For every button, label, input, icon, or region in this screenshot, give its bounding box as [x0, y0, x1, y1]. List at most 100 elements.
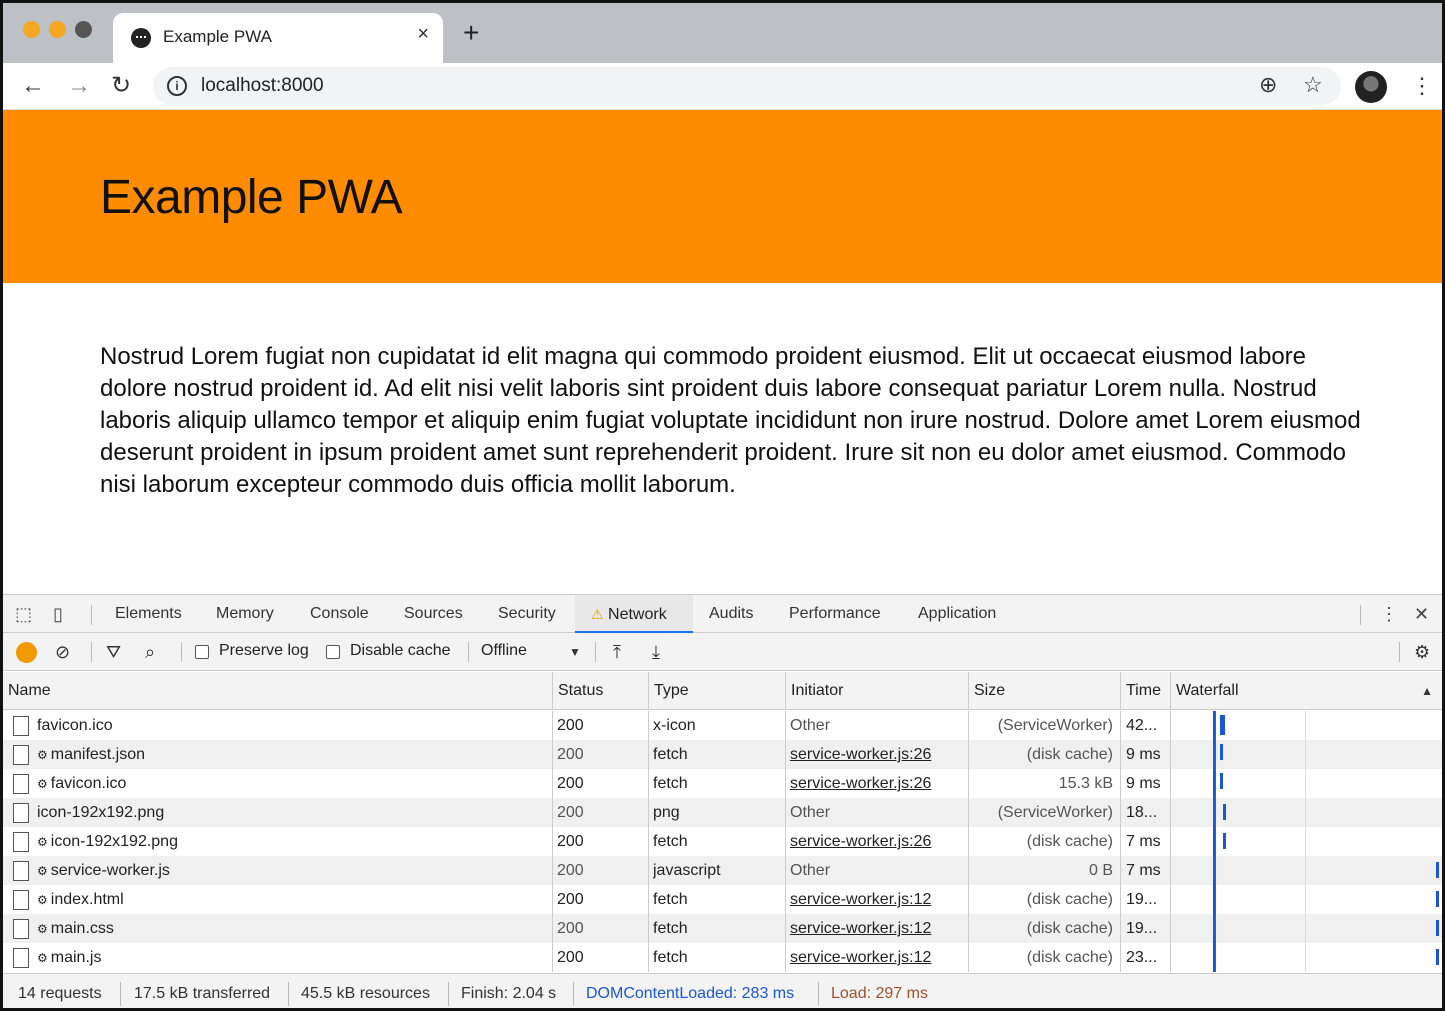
tab-sources[interactable]: Sources	[404, 595, 463, 633]
request-initiator[interactable]: service-worker.js:12	[790, 943, 964, 972]
network-settings-gear-icon[interactable]: ⚙	[1414, 641, 1430, 663]
column-size[interactable]: Size	[968, 672, 1120, 710]
export-har-icon[interactable]: ⤓	[652, 641, 660, 663]
table-row[interactable]: favicon.ico 200 x-icon Other (ServiceWorker)…	[3, 711, 1442, 740]
column-time[interactable]: Time	[1120, 672, 1170, 710]
table-row[interactable]: ⚙ index.html 200 fetch service-worker.js:12 (…	[3, 885, 1442, 914]
throttling-select[interactable]: Offline	[481, 642, 527, 660]
table-row[interactable]: ⚙ favicon.ico 200 fetch service-worker.js:26…	[3, 769, 1442, 798]
request-name[interactable]: icon-192x192.png	[37, 798, 547, 827]
request-initiator[interactable]: service-worker.js:26	[790, 827, 964, 856]
request-name[interactable]: ⚙ main.js	[37, 943, 547, 972]
column-name[interactable]: Name	[3, 672, 552, 710]
bookmark-star-icon[interactable]: ☆	[1303, 72, 1323, 98]
request-name[interactable]: ⚙ icon-192x192.png	[37, 827, 547, 856]
tab-elements[interactable]: Elements	[115, 595, 182, 633]
table-row[interactable]: ⚙ icon-192x192.png 200 fetch service-worker.…	[3, 827, 1442, 856]
waterfall-bar	[1220, 715, 1225, 735]
devtools-close-icon[interactable]: ✕	[1414, 604, 1429, 624]
waterfall-bar	[1436, 891, 1439, 907]
request-time: 19...	[1126, 920, 1158, 937]
waterfall-bar	[1220, 744, 1223, 760]
inspect-element-icon[interactable]: ⬚	[15, 604, 32, 624]
device-toolbar-icon[interactable]: ▯	[53, 604, 63, 624]
column-status[interactable]: Status	[552, 672, 648, 710]
tab-memory[interactable]: Memory	[216, 595, 274, 633]
request-name[interactable]: ⚙ service-worker.js	[37, 856, 547, 885]
minimize-window-button[interactable]	[49, 21, 66, 38]
request-initiator[interactable]: service-worker.js:12	[790, 914, 964, 943]
request-type: fetch	[653, 920, 688, 937]
service-worker-gear-icon: ⚙	[37, 748, 48, 762]
request-time: 7 ms	[1126, 862, 1161, 879]
table-row[interactable]: ⚙ manifest.json 200 fetch service-worker.js:…	[3, 740, 1442, 769]
request-type: fetch	[653, 891, 688, 908]
request-name[interactable]: ⚙ favicon.ico	[37, 769, 547, 798]
table-row[interactable]: ⚙ main.css 200 fetch service-worker.js:12 (di…	[3, 914, 1442, 943]
request-type: png	[653, 804, 680, 821]
request-name-text: main.js	[50, 949, 102, 966]
forward-arrow-icon[interactable]: →	[67, 71, 91, 101]
request-initiator[interactable]: service-worker.js:26	[790, 740, 964, 769]
column-initiator[interactable]: Initiator	[785, 672, 968, 710]
request-time: 19...	[1126, 891, 1158, 908]
maximize-window-button[interactable]	[75, 21, 92, 38]
request-name[interactable]: favicon.ico	[37, 711, 547, 740]
request-type: fetch	[653, 833, 688, 850]
request-status: 200	[557, 949, 584, 966]
network-summary-bar: 14 requests 17.5 kB transferred 45.5 kB …	[3, 973, 1442, 1008]
request-initiator: Other	[790, 862, 831, 879]
page-header: Example PWA	[3, 110, 1442, 283]
chevron-down-icon[interactable]: ▼	[569, 641, 581, 663]
site-info-icon[interactable]: i	[167, 76, 187, 96]
search-icon[interactable]: ⌕	[145, 641, 155, 663]
tab-close-icon[interactable]: ×	[417, 23, 429, 46]
browser-tab[interactable]: Example PWA ×	[113, 13, 443, 63]
tab-network[interactable]: ⚠ Network	[575, 595, 693, 633]
clear-icon[interactable]: ⊘	[55, 641, 70, 663]
devtools-menu-icon[interactable]: ⋮	[1380, 604, 1398, 624]
file-icon	[13, 861, 29, 881]
waterfall-bar	[1436, 949, 1439, 965]
column-type[interactable]: Type	[648, 672, 785, 710]
disable-cache-checkbox[interactable]	[326, 645, 340, 659]
url-text[interactable]: localhost:8000	[201, 75, 324, 97]
table-row[interactable]: ⚙ service-worker.js 200 javascript Other 0 B 7…	[3, 856, 1442, 885]
request-name-text: favicon.ico	[37, 717, 113, 734]
filter-icon[interactable]: ⛛	[106, 641, 121, 663]
table-row[interactable]: ⚙ main.js 200 fetch service-worker.js:12 (dis…	[3, 943, 1442, 972]
install-icon[interactable]: ⊕	[1259, 72, 1277, 98]
request-name-text: manifest.json	[50, 746, 146, 763]
tab-console[interactable]: Console	[310, 595, 369, 633]
column-waterfall[interactable]: Waterfall ▲	[1170, 672, 1442, 710]
close-window-button[interactable]	[23, 21, 40, 38]
disable-cache-label: Disable cache	[350, 642, 451, 659]
address-bar[interactable]: i localhost:8000 ⊕ ☆	[153, 67, 1341, 105]
sort-ascending-icon[interactable]: ▲	[1421, 672, 1433, 710]
table-row[interactable]: icon-192x192.png 200 png Other (ServiceWorke…	[3, 798, 1442, 827]
request-type: fetch	[653, 746, 688, 763]
request-time: 7 ms	[1126, 833, 1161, 850]
preserve-log-checkbox[interactable]	[195, 645, 209, 659]
back-arrow-icon[interactable]: ←	[21, 71, 45, 101]
browser-menu-icon[interactable]: ⋮	[1411, 71, 1433, 101]
request-name[interactable]: ⚙ index.html	[37, 885, 547, 914]
tab-security[interactable]: Security	[498, 595, 556, 633]
service-worker-gear-icon: ⚙	[37, 922, 48, 936]
file-icon	[13, 716, 29, 736]
tab-application[interactable]: Application	[918, 595, 996, 633]
reload-icon[interactable]: ↻	[111, 71, 131, 101]
request-size: (disk cache)	[1026, 833, 1113, 850]
tab-audits[interactable]: Audits	[709, 595, 753, 633]
request-name[interactable]: ⚙ manifest.json	[37, 740, 547, 769]
tab-performance[interactable]: Performance	[789, 595, 881, 633]
new-tab-button[interactable]: +	[463, 19, 479, 47]
request-size: (disk cache)	[1026, 891, 1113, 908]
network-request-list: favicon.ico 200 x-icon Other (ServiceWorker)…	[3, 711, 1442, 972]
request-initiator[interactable]: service-worker.js:26	[790, 769, 964, 798]
record-button[interactable]	[16, 642, 37, 663]
profile-avatar[interactable]	[1355, 71, 1387, 103]
request-name[interactable]: ⚙ main.css	[37, 914, 547, 943]
request-initiator[interactable]: service-worker.js:12	[790, 885, 964, 914]
import-har-icon[interactable]: ⤒	[613, 641, 621, 663]
